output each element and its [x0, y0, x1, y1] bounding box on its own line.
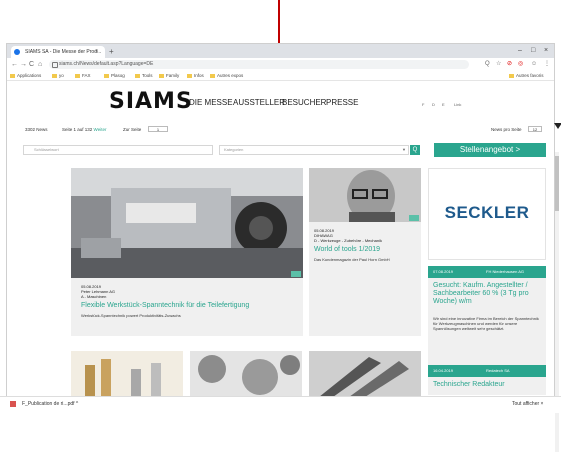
nav-presse[interactable]: PRESSE	[326, 98, 358, 107]
per-page-label: News pro Seite	[491, 127, 522, 132]
chevron-up-icon[interactable]: ^	[76, 401, 78, 407]
machine-illustration	[71, 168, 303, 278]
folder-icon	[10, 73, 15, 78]
job-company: FH Niederhausen AG	[486, 269, 525, 274]
search-button[interactable]: Q	[410, 145, 420, 155]
folder-icon	[509, 73, 514, 78]
tools-illustration	[309, 351, 421, 397]
media-badge-icon	[291, 271, 301, 277]
nav-besucher[interactable]: BESUCHER	[282, 98, 326, 107]
close-window-button[interactable]: ×	[544, 45, 548, 57]
lang-e[interactable]: E	[442, 102, 445, 107]
home-icon[interactable]: ⌂	[38, 59, 42, 70]
minimize-button[interactable]: –	[518, 45, 522, 57]
folder-icon	[187, 73, 192, 78]
media-badge-icon	[409, 215, 419, 221]
lang-d[interactable]: D	[432, 102, 435, 107]
stellenangebot-button[interactable]: Stellenangebot >	[434, 143, 546, 157]
bookmark-item[interactable]: Applications	[10, 72, 41, 79]
seckler-logo: SECKLER	[444, 203, 530, 222]
job-header: 16.04.2019 Redatech SA	[428, 365, 546, 377]
folder-icon	[52, 73, 57, 78]
bookmark-item[interactable]: Family	[159, 72, 179, 79]
gears-illustration	[190, 351, 302, 397]
bookmark-other[interactable]: Autres favoris	[509, 72, 544, 79]
profile-icon[interactable]: ☺	[531, 60, 537, 69]
lang-link[interactable]: Link	[454, 102, 461, 107]
job-teaser: Wir sind eine innovative Firma im Bereic…	[433, 316, 539, 331]
goto-label: Zur Seite	[123, 127, 142, 132]
adblock-icon[interactable]: ⊘	[507, 60, 512, 69]
news-card-main[interactable]: 05.08.2019 Peter Lehmann AG A - Maschine…	[71, 168, 303, 336]
card-title[interactable]: Flexible Werkstück-Spanntechnik für die …	[81, 301, 296, 310]
job-title[interactable]: Technischer Redakteur	[433, 381, 505, 388]
lang-f[interactable]: F	[422, 102, 424, 107]
site-logo[interactable]: SIAMS	[109, 89, 193, 114]
card-category: A - Maschinen	[81, 294, 107, 299]
per-page-select[interactable]: 12	[528, 126, 542, 132]
parts-illustration	[71, 351, 183, 397]
next-link[interactable]: Weiter	[94, 127, 107, 132]
news-card-mid[interactable]: 05.08.2019 DIHAWAG D - Werkzeuge - Zubeh…	[309, 168, 421, 336]
folder-icon	[135, 73, 140, 78]
browser-window: SIAMS SA - Die Messe der Prod... × + – □…	[6, 43, 561, 452]
news-card-image-gears[interactable]	[190, 351, 302, 397]
page-info: Seite 1 auf 132 Weiter	[62, 127, 107, 132]
folder-icon	[75, 73, 80, 78]
machine-image	[71, 168, 303, 278]
star-icon[interactable]: ☆	[496, 60, 501, 69]
bookmark-item[interactable]: Tools	[135, 72, 153, 79]
search-icon[interactable]: Q	[485, 60, 490, 69]
portrait-image	[309, 168, 421, 222]
card-teaser: Das Kundenmagazin der Paul Horn GmbH	[314, 257, 390, 262]
job-date: 07.08.2019	[433, 269, 454, 274]
job-card-2[interactable]: 16.04.2019 Redatech SA Technischer Redak…	[428, 365, 546, 395]
extension-icon[interactable]: ◎	[518, 60, 523, 69]
folder-icon	[159, 73, 164, 78]
news-card-image-parts[interactable]	[71, 351, 183, 397]
scrollbar-thumb[interactable]	[555, 156, 559, 211]
maximize-button[interactable]: □	[531, 45, 535, 57]
nav-aussteller[interactable]: AUSSTELLER	[233, 98, 285, 107]
pdf-file-icon	[10, 401, 16, 407]
category-select[interactable]: Kategorien	[219, 145, 409, 155]
news-count: 3302 News	[25, 127, 48, 132]
job-title[interactable]: Gesucht: Kaufm. Angestellter / Sachbearb…	[433, 282, 543, 306]
seckler-ad[interactable]: SECKLER	[428, 168, 546, 260]
lock-icon	[52, 62, 58, 68]
bookmark-item[interactable]: yo	[52, 72, 64, 79]
scroll-up-arrow-icon[interactable]	[554, 123, 561, 129]
keyword-search-input[interactable]: Schlüsselwort	[23, 145, 213, 155]
back-icon[interactable]: ←	[11, 59, 18, 70]
folder-icon	[210, 73, 215, 78]
portrait-illustration	[309, 168, 421, 222]
bookmark-item[interactable]: Plasog	[104, 72, 125, 79]
card-category: D - Werkzeuge - Zubehöre - Mechanik	[314, 238, 382, 243]
folder-icon	[104, 73, 109, 78]
forward-icon[interactable]: →	[20, 59, 27, 70]
bookmark-item[interactable]: Infos	[187, 72, 204, 79]
nav-die-messe[interactable]: DIE MESSE	[189, 98, 233, 107]
goto-page-input[interactable]: 1	[148, 126, 168, 132]
job-header: 07.08.2019 FH Niederhausen AG	[428, 266, 546, 278]
tab-favicon-icon	[14, 49, 20, 55]
bookmark-item[interactable]: FAX	[75, 72, 91, 79]
bookmark-item[interactable]: Autres expos	[210, 72, 243, 79]
reload-icon[interactable]: C	[29, 59, 34, 70]
browser-tab[interactable]: SIAMS SA - Die Messe der Prod...	[11, 46, 105, 58]
url-input[interactable]: siams.ch/News/default.asp?Language=DE	[49, 60, 469, 69]
tab-close-icon[interactable]: ×	[95, 46, 99, 58]
card-teaser: Werkstück-Spanntechnik powert Produktivi…	[81, 313, 181, 318]
job-date: 16.04.2019	[433, 368, 454, 373]
download-bar	[0, 396, 561, 413]
new-tab-button[interactable]: +	[109, 46, 114, 58]
menu-icon[interactable]: ⋮	[544, 60, 550, 69]
job-company: Redatech SA	[486, 368, 510, 373]
card-title[interactable]: World of tools 1/2019	[314, 245, 380, 254]
close-download-bar-icon[interactable]: ×	[541, 401, 544, 407]
download-item[interactable]: F_Publication de ri...pdf ^	[22, 401, 78, 407]
news-card-image-tools[interactable]	[309, 351, 421, 397]
show-all-downloads[interactable]: Tout afficher ×	[512, 401, 543, 407]
chevron-down-icon: ▼	[402, 147, 406, 152]
